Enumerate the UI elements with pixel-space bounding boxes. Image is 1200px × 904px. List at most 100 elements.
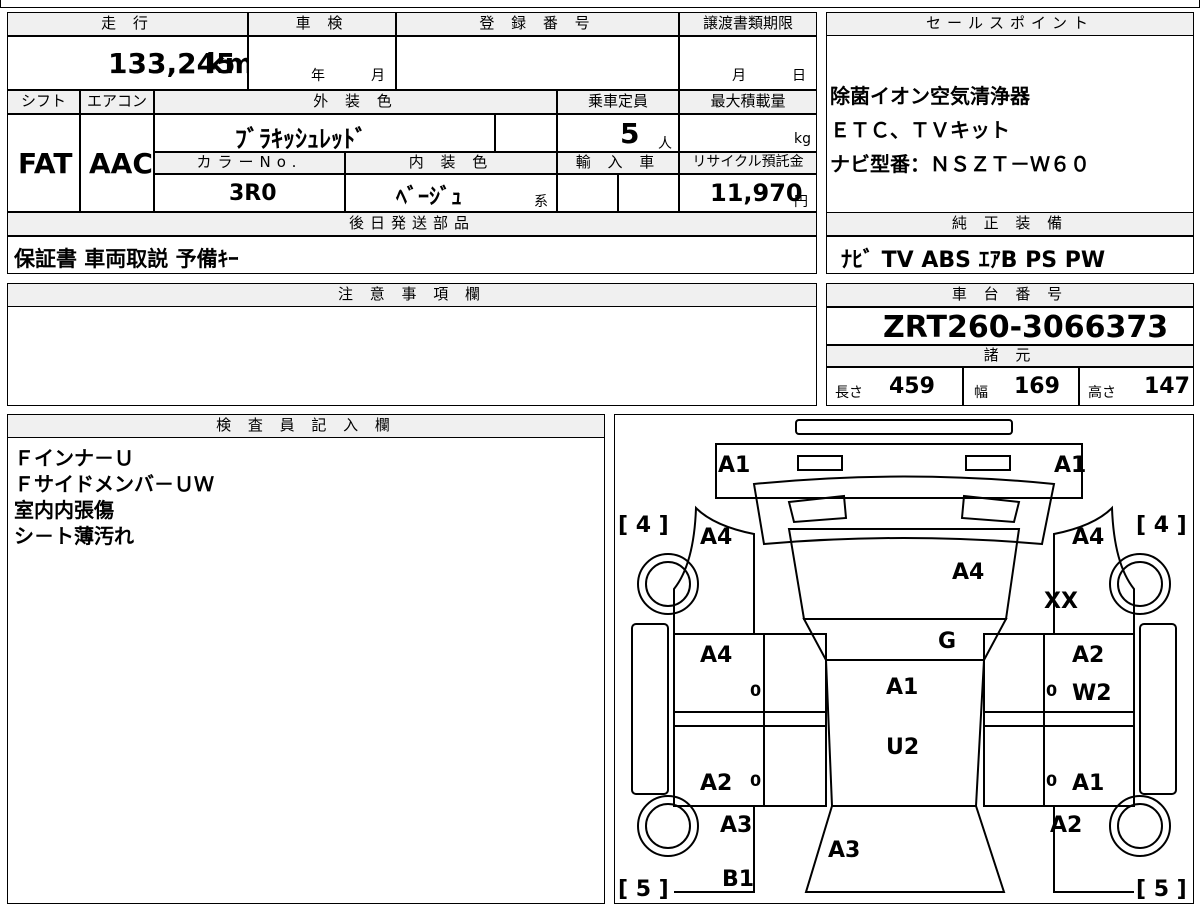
- recycle-fee-cell: 11,970 円: [679, 174, 817, 212]
- mark-front-right: A1: [1054, 453, 1086, 478]
- aircon-header: エアコン: [80, 90, 154, 114]
- color-no-cell: 3R0: [154, 174, 345, 212]
- mark-front-door-left: A4: [700, 643, 732, 668]
- inspector-note: Ｆインナ－Ｕ: [14, 446, 134, 470]
- chassis-number-value: ZRT260-3066373: [883, 310, 1169, 345]
- recycle-fee-value: 11,970: [710, 179, 803, 207]
- series-unit: 系: [534, 194, 548, 210]
- exterior-color-header: 外 装 色: [154, 90, 557, 114]
- mark-roof-u2: U2: [886, 735, 919, 760]
- sales-point-header: セールスポイント: [826, 12, 1194, 36]
- interior-color-value: ﾍﾞｰｼﾞｭ: [396, 185, 463, 210]
- mark-windshield: G: [938, 629, 956, 654]
- mark-rear-door-left: A2: [700, 771, 732, 796]
- sales-point-list: 除菌イオン空気清浄器 ＥＴＣ、ＴＶキット ナビ型番：ＮＳＺＴ－Ｗ６０: [830, 80, 1090, 182]
- aircon-value: AAC: [89, 147, 153, 180]
- inspection-year-unit: 年: [311, 68, 325, 84]
- import-header: 輸 入 車: [557, 152, 679, 174]
- mileage-unit: km: [206, 47, 254, 80]
- import-cell-b: [618, 174, 679, 212]
- exterior-color-cell: ﾌﾞﾗｷｯｼｭﾚｯﾄﾞ: [154, 114, 495, 153]
- mark-rear-door-right: A1: [1072, 771, 1104, 796]
- tire-mark-front-left: [ 4 ]: [618, 513, 669, 538]
- length-value: 459: [889, 374, 935, 399]
- height-cell: 高さ 147: [1079, 367, 1194, 406]
- sales-point-item: ナビ型番：ＮＳＺＴ－Ｗ６０: [830, 152, 1090, 176]
- mark-zero: 0: [750, 681, 761, 700]
- chassis-number-cell: ZRT260-3066373: [826, 307, 1194, 345]
- width-cell: 幅 169: [963, 367, 1079, 406]
- deadline-month-unit: 月: [732, 68, 746, 84]
- sales-point-item: 除菌イオン空気清浄器: [830, 84, 1030, 108]
- mark-front-left: A1: [718, 453, 750, 478]
- exterior-color-value: ﾌﾞﾗｷｯｼｭﾚｯﾄﾞ: [235, 125, 367, 153]
- max-load-header: 最大積載量: [679, 90, 817, 114]
- capacity-unit: 人: [658, 136, 672, 152]
- recycle-fee-unit: 円: [794, 194, 808, 210]
- mark-zero: 0: [1046, 771, 1057, 790]
- interior-color-header: 内 装 色: [345, 152, 557, 174]
- recycle-fee-header: リサイクル預託金: [679, 152, 817, 174]
- mark-zero: 0: [1046, 681, 1057, 700]
- mileage-header: 走 行: [7, 12, 248, 36]
- inspector-note: Ｆサイドメンバ－ＵＷ: [14, 472, 214, 496]
- color-no-header: カラーNo.: [154, 152, 345, 174]
- transfer-deadline-header: 譲渡書類期限: [679, 12, 817, 36]
- deadline-day-unit: 日: [792, 68, 806, 84]
- later-parts-header: 後日発送部品: [7, 212, 817, 236]
- inspector-note: シ－ト薄汚れ: [14, 524, 134, 548]
- sales-point-item: ＥＴＣ、ＴＶキット: [830, 118, 1010, 142]
- max-load-cell: kg: [679, 114, 817, 152]
- exterior-color-extra-cell: [495, 114, 557, 152]
- inspector-notes-list: Ｆインナ－Ｕ Ｆサイドメンバ－ＵＷ 室内内張傷 シ－ト薄汚れ: [14, 442, 214, 548]
- mark-front-door-right: A2: [1072, 643, 1104, 668]
- inspection-month-unit: 月: [371, 68, 385, 84]
- mark-rear-bumper: B1: [722, 867, 754, 892]
- height-label: 高さ: [1088, 385, 1116, 401]
- transfer-deadline-cell: 月 日: [679, 36, 817, 90]
- width-value: 169: [1014, 374, 1060, 399]
- inspection-cell: 年 月: [248, 36, 396, 90]
- capacity-header: 乗車定員: [557, 90, 679, 114]
- shift-cell: FAT: [7, 114, 80, 212]
- registration-header: 登 録 番 号: [396, 12, 679, 36]
- tire-mark-front-right: [ 4 ]: [1136, 513, 1187, 538]
- color-no-value: 3R0: [229, 181, 277, 206]
- tire-mark-rear-right: [ 5 ]: [1136, 877, 1187, 900]
- shift-header: シフト: [7, 90, 80, 114]
- notes-header: 注 意 事 項 欄: [7, 283, 817, 307]
- inspection-header: 車 検: [248, 12, 396, 36]
- mark-fender-left: A4: [700, 525, 732, 550]
- height-value: 147: [1144, 374, 1190, 399]
- shift-value: FAT: [18, 147, 73, 180]
- mark-front-door-right-w2: W2: [1072, 681, 1112, 706]
- genuine-equipment-header: 純 正 装 備: [826, 212, 1194, 236]
- max-load-unit: kg: [794, 131, 811, 147]
- mark-fender-right-xx: XX: [1044, 589, 1078, 614]
- car-diagram: [ 4 ] [ 4 ] [ 5 ] [ 5 ] A1 A1 A4 A4 A4 X…: [618, 419, 1187, 900]
- interior-color-cell: ﾍﾞｰｼﾞｭ 系: [345, 174, 557, 212]
- mark-trunk: A3: [828, 838, 860, 863]
- aircon-cell: AAC: [80, 114, 154, 212]
- tire-mark-rear-left: [ 5 ]: [618, 877, 669, 900]
- later-parts-value: 保証書 車両取説 予備ｷｰ: [14, 247, 239, 271]
- inspector-notes-header: 検 査 員 記 入 欄: [7, 414, 605, 438]
- chassis-number-header: 車 台 番 号: [826, 283, 1194, 307]
- genuine-equipment-cell: ﾅﾋﾞ TV ABS ｴｱB PS PW: [826, 236, 1194, 274]
- length-cell: 長さ 459: [826, 367, 963, 406]
- length-label: 長さ: [835, 385, 863, 401]
- mileage-cell: 133,245 km: [7, 36, 254, 90]
- mark-roof: A1: [886, 675, 918, 700]
- mark-hood: A4: [952, 560, 984, 585]
- capacity-value: 5: [620, 117, 640, 150]
- capacity-cell: 5 人: [557, 114, 679, 152]
- specs-header: 諸 元: [826, 345, 1194, 367]
- top-strip: [0, 0, 1200, 8]
- mark-fender-right: A4: [1072, 525, 1104, 550]
- import-cell-a: [557, 174, 618, 212]
- mark-rear-fender-left: A3: [720, 813, 752, 838]
- width-label: 幅: [974, 385, 988, 401]
- registration-cell: [396, 36, 679, 90]
- later-parts-cell: 保証書 車両取説 予備ｷｰ: [7, 236, 817, 274]
- inspector-note: 室内内張傷: [14, 498, 114, 522]
